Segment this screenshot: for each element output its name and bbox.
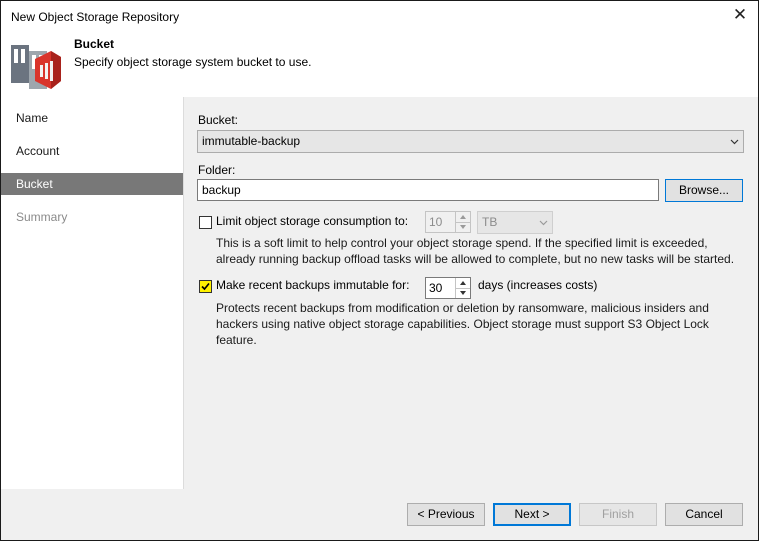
wizard-header: Bucket Specify object storage system buc… xyxy=(1,33,758,97)
limit-unit-select: TB xyxy=(477,211,553,234)
object-storage-bucket-icon xyxy=(11,45,61,89)
title-bar: New Object Storage Repository ✕ xyxy=(1,1,758,33)
immutable-days-value: 30 xyxy=(429,281,443,295)
immutable-label: Make recent backups immutable for: xyxy=(216,278,410,292)
nav-item-summary: Summary xyxy=(16,210,68,224)
limit-storage-checkbox[interactable] xyxy=(199,216,212,229)
previous-button[interactable]: < Previous xyxy=(407,503,485,526)
dialog-window: New Object Storage Repository ✕ Bucket S… xyxy=(0,0,759,541)
wizard-footer: < Previous Next > Finish Cancel xyxy=(1,489,758,540)
close-icon[interactable]: ✕ xyxy=(732,6,748,23)
immutable-description-line-2: hackers using native object storage capa… xyxy=(216,317,709,331)
page-title: Bucket xyxy=(74,37,115,51)
immutable-description-line-3: feature. xyxy=(216,333,257,347)
bucket-label: Bucket: xyxy=(198,113,239,127)
page-subtitle: Specify object storage system bucket to … xyxy=(74,55,312,69)
limit-storage-label: Limit object storage consumption to: xyxy=(216,214,409,228)
cancel-button[interactable]: Cancel xyxy=(665,503,743,526)
immutable-days-suffix: days (increases costs) xyxy=(478,278,598,292)
limit-description-line-1: This is a soft limit to help control you… xyxy=(216,236,708,250)
wizard-steps-nav: Name Account Bucket Summary xyxy=(1,97,184,489)
finish-button: Finish xyxy=(579,503,657,526)
spin-down-icon[interactable] xyxy=(456,288,470,298)
limit-amount-stepper: 10 xyxy=(425,211,471,233)
folder-label: Folder: xyxy=(198,163,236,177)
immutable-days-arrows[interactable] xyxy=(455,278,470,298)
chevron-down-icon xyxy=(539,220,548,226)
limit-description-line-2: already running backup offload tasks wil… xyxy=(216,252,735,266)
bucket-select-value: immutable-backup xyxy=(202,134,301,148)
nav-item-bucket[interactable]: Bucket xyxy=(1,173,183,195)
immutable-days-stepper[interactable]: 30 xyxy=(425,277,471,299)
immutable-description-line-1: Protects recent backups from modificatio… xyxy=(216,301,709,315)
spin-down-icon xyxy=(460,225,466,229)
window-title: New Object Storage Repository xyxy=(11,10,180,24)
checkmark-icon xyxy=(201,282,210,291)
bucket-select[interactable]: immutable-backup xyxy=(197,130,744,153)
chevron-down-icon xyxy=(730,139,739,145)
folder-input[interactable]: backup xyxy=(197,179,659,201)
limit-amount-value: 10 xyxy=(429,215,443,229)
next-button[interactable]: Next > xyxy=(493,503,571,526)
bucket-settings-panel: Bucket: immutable-backup Folder: backup … xyxy=(184,97,758,489)
limit-amount-arrows xyxy=(455,212,470,232)
browse-button[interactable]: Browse... xyxy=(665,179,743,202)
immutable-checkbox[interactable] xyxy=(199,280,212,293)
nav-item-name[interactable]: Name xyxy=(1,107,183,129)
limit-unit-value: TB xyxy=(482,215,498,229)
nav-item-account[interactable]: Account xyxy=(1,140,183,162)
